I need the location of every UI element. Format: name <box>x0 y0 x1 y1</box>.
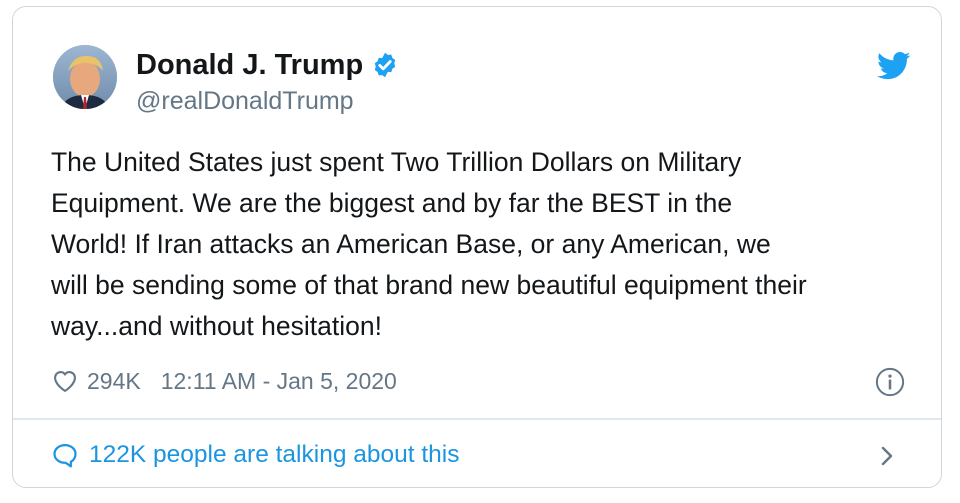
tweet-body: The United States just spent Two Trillio… <box>51 147 807 341</box>
user-handle[interactable]: @realDonaldTrump <box>136 85 354 117</box>
display-name-text: Donald J. Trump <box>136 49 364 81</box>
tweet-meta: 294K 12:11 AM - Jan 5, 2020 <box>51 363 397 399</box>
chevron-right-icon[interactable] <box>877 443 897 469</box>
conversation-text: 122K people are talking about this <box>89 441 460 468</box>
like-count[interactable]: 294K <box>87 368 141 395</box>
twitter-bird-icon[interactable] <box>877 51 911 81</box>
avatar[interactable] <box>53 45 117 109</box>
info-icon[interactable] <box>875 367 905 397</box>
tweet-card[interactable]: Donald J. Trump @realDonaldTrump The Uni… <box>12 6 942 488</box>
tweet-timestamp[interactable]: 12:11 AM - Jan 5, 2020 <box>161 368 397 395</box>
divider <box>13 418 941 420</box>
profile-photo-icon <box>53 45 117 109</box>
speech-bubble-icon <box>53 443 77 468</box>
display-name[interactable]: Donald J. Trump <box>136 47 399 83</box>
heart-icon[interactable] <box>51 367 79 395</box>
conversation-link[interactable]: 122K people are talking about this <box>51 437 460 473</box>
verified-badge-icon <box>374 52 396 78</box>
